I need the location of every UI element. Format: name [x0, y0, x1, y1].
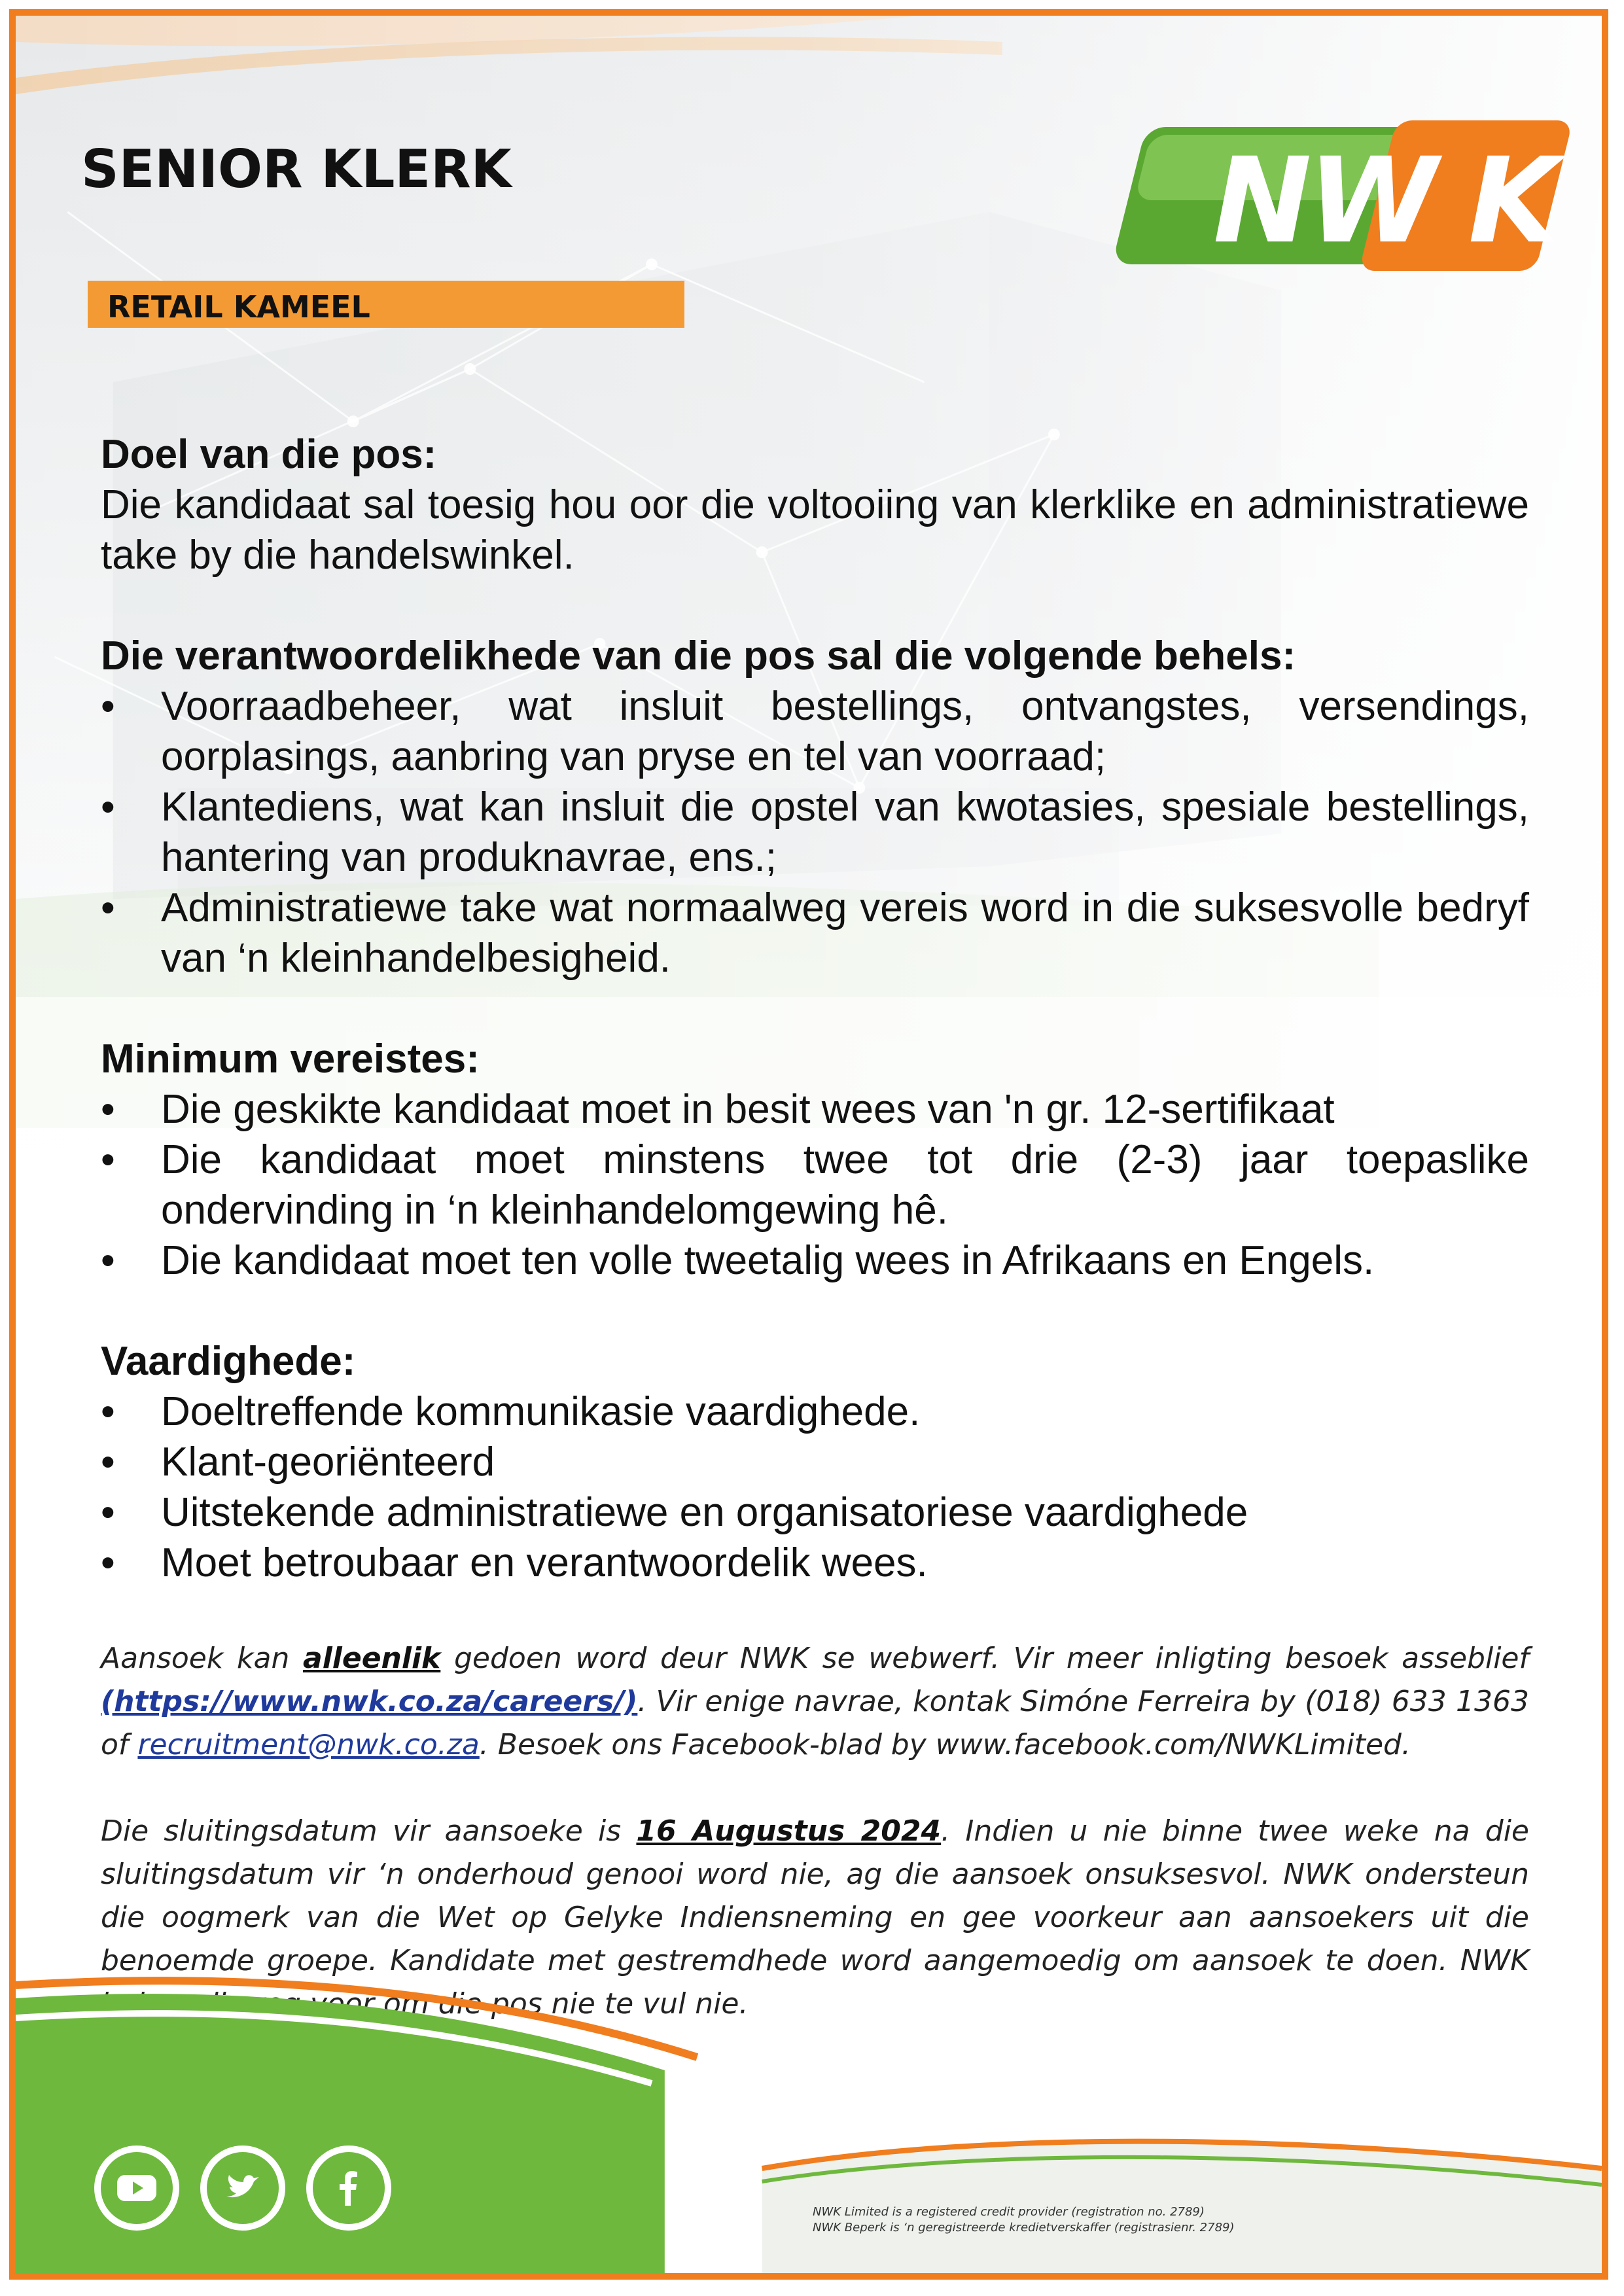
list-item: • Voorraadbeheer, wat insluit bestellings… — [101, 684, 1529, 779]
facebook-icon[interactable] — [306, 2146, 391, 2231]
requirements-list: • Die geskikte kandidaat moet in besit we… — [101, 1084, 1529, 1286]
job-details: Doel van die pos: Die kandidaat sal toes… — [101, 429, 1529, 1588]
list-item: • Die kandidaat moet minstens twee tot dr… — [101, 1137, 1529, 1233]
youtube-icon[interactable] — [94, 2146, 179, 2231]
page-title: SENIOR KLERK — [81, 139, 512, 200]
svg-text:NW: NW — [1213, 133, 1443, 270]
svg-text:K: K — [1468, 133, 1567, 270]
list-item: • Doeltreffende kommunikasie vaardighede. — [101, 1389, 921, 1434]
skills-list: • Doeltreffende kommunikasie vaardighede.… — [101, 1386, 1529, 1588]
legal-afrikaans: NWK Beperk is ‘n geregistreerde kredietv… — [813, 2221, 1235, 2234]
list-item: • Administratiewe take wat normaalweg ver… — [101, 885, 1529, 981]
responsibilities-list: • Voorraadbeheer, wat insluit bestellings… — [101, 681, 1529, 983]
list-item: • Moet betroubaar en verantwoordelik wees… — [101, 1540, 928, 1585]
only-emphasis: alleenlik — [303, 1642, 441, 1675]
email-link[interactable]: recruitment@nwk.co.za — [137, 1728, 479, 1761]
nwk-logo: NW K — [1116, 120, 1570, 271]
requirements-heading: Minimum vereistes: — [101, 1036, 480, 1082]
footer-illustration — [16, 1977, 1602, 2273]
application-paragraph: Aansoek kan alleenlik gedoen word deur N… — [101, 1642, 1529, 1761]
application-info: Aansoek kan alleenlik gedoen word deur N… — [101, 1637, 1529, 2026]
list-item: • Die geskikte kandidaat moet in besit we… — [101, 1087, 1335, 1132]
purpose-heading: Doel van die pos: — [101, 432, 437, 477]
closing-date: 16 Augustus 2024 — [636, 1814, 942, 1848]
list-item: • Uitstekende administratiewe en organisa… — [101, 1490, 1248, 1535]
purpose-text: Die kandidaat sal toesig hou oor die vol… — [101, 482, 1529, 578]
responsibilities-heading: Die verantwoordelikhede van die pos sal … — [101, 633, 1296, 679]
skills-heading: Vaardighede: — [101, 1339, 356, 1384]
social-links — [94, 2146, 391, 2231]
legal-english: NWK Limited is a registered credit provi… — [813, 2205, 1205, 2219]
twitter-icon[interactable] — [200, 2146, 285, 2231]
legal-notice: NWK Limited is a registered credit provi… — [813, 2204, 1235, 2236]
list-item: • Klant-georiënteerd — [101, 1439, 495, 1485]
careers-link[interactable]: (https://www.nwk.co.za/careers/) — [101, 1685, 637, 1718]
page-subtitle: RETAIL KAMEEL — [107, 289, 370, 325]
list-item: • Die kandidaat moet ten volle tweetalig … — [101, 1238, 1375, 1283]
list-item: • Klantediens, wat kan insluit die opstel… — [101, 785, 1529, 880]
page-frame: SENIOR KLERK RETAIL KAMEEL NW K Doel van… — [9, 9, 1608, 2280]
